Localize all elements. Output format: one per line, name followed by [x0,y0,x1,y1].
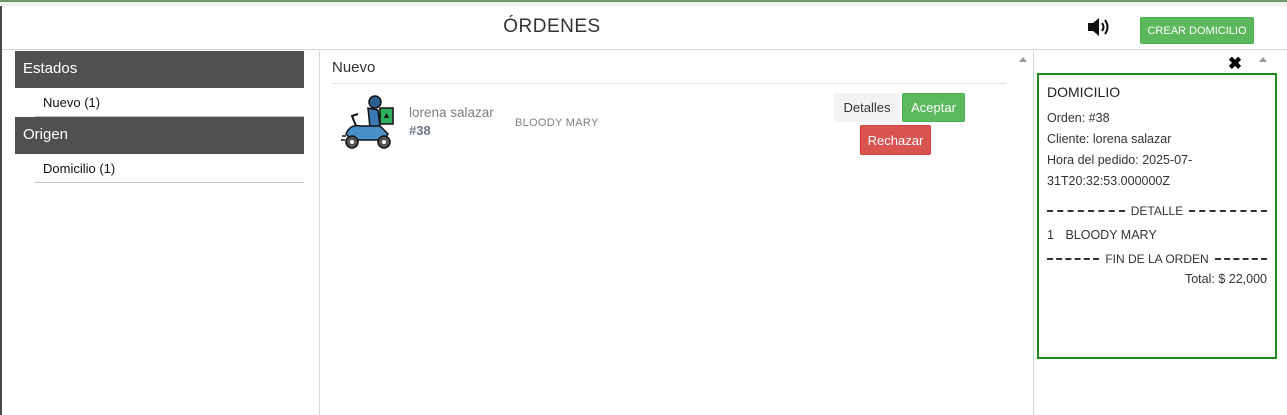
receipt-client: Cliente: lorena salazar [1047,132,1172,146]
page-title: ÓRDENES [503,16,601,37]
origin-filter-delivery[interactable]: Domicilio (1) [35,154,304,183]
item-qty: 1 [1047,228,1054,242]
end-separator: FIN DE LA ORDEN [1047,252,1268,266]
scroll-up-icon[interactable] [1259,57,1267,62]
receipt-item: 1 BLOODY MARY [1047,228,1267,242]
detail-separator: DETALLE [1047,204,1267,218]
orders-panel: Nuevo lorena salazar #38 BLOODY MARY Det… [320,51,1034,415]
order-card: lorena salazar #38 BLOODY MARY Detalles … [334,91,974,171]
receipt-time: Hora del pedido: 2025-07-31T20:32:53.000… [1047,153,1193,188]
item-name: BLOODY MARY [1065,228,1157,242]
orders-scrollbar[interactable] [1016,51,1030,415]
volume-icon[interactable] [1086,16,1110,38]
accept-button[interactable]: Aceptar [902,93,965,122]
detail-separator-label: DETALLE [1130,204,1184,218]
order-number: #38 [409,123,431,138]
close-icon[interactable]: ✖ [1226,55,1244,73]
states-heading: Estados [15,51,304,88]
receipt-title: DOMICILIO [1047,84,1121,100]
create-delivery-button[interactable]: CREAR DOMICILIO [1140,17,1254,44]
state-filter-new[interactable]: Nuevo (1) [35,88,304,117]
origin-heading: Origen [15,117,304,154]
dash-line [1047,258,1100,260]
section-title: Nuevo [332,59,376,76]
receipt-scrollbar[interactable] [1256,51,1270,415]
sidebar: Estados Nuevo (1) Origen Domicilio (1) [2,51,320,415]
receipt-panel: ✖ DOMICILIO Orden: #38 Cliente: lorena s… [1034,51,1287,415]
scroll-up-icon[interactable] [1019,57,1027,62]
product-name: BLOODY MARY [515,117,599,129]
dash-line [1047,210,1125,212]
details-button[interactable]: Detalles [834,93,900,122]
delivery-scooter-icon [340,94,396,152]
order-receipt: DOMICILIO Orden: #38 Cliente: lorena sal… [1037,73,1277,359]
header-bar: ÓRDENES CREAR DOMICILIO [2,6,1287,50]
receipt-order: Orden: #38 [1047,111,1110,125]
customer-name: lorena salazar [409,105,494,120]
end-separator-label: FIN DE LA ORDEN [1105,252,1209,266]
divider [332,83,1006,84]
reject-button[interactable]: Rechazar [860,125,931,155]
receipt-total: Total: $ 22,000 [1184,272,1267,286]
